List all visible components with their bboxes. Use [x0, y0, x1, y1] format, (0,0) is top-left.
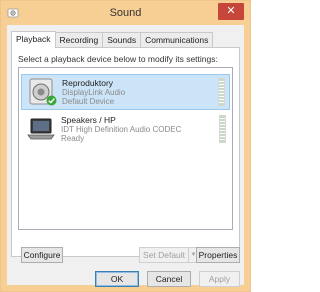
tab-sounds[interactable]: Sounds [102, 32, 142, 47]
close-button[interactable]: ✕ [218, 3, 244, 20]
level-meter [219, 115, 226, 143]
set-default-button[interactable]: Set Default [139, 247, 189, 263]
title-bar[interactable]: Sound ✕ [1, 1, 250, 25]
tab-recording[interactable]: Recording [54, 32, 104, 47]
dialog-client-area: Playback Recording Sounds Communications… [7, 25, 244, 287]
properties-button[interactable]: Properties [196, 247, 240, 263]
level-meter [218, 78, 225, 106]
configure-button[interactable]: Configure [21, 247, 63, 263]
device-list[interactable]: Reproduktory DisplayLink Audio Default D… [18, 67, 233, 230]
tab-playback[interactable]: Playback [11, 31, 56, 48]
device-driver: IDT High Definition Audio CODEC [61, 125, 182, 134]
sound-dialog: Sound ✕ Playback Recording Sounds Commun… [0, 0, 251, 292]
device-driver: DisplayLink Audio [62, 88, 126, 97]
device-status: Ready [61, 134, 85, 143]
device-item-reproduktory[interactable]: Reproduktory DisplayLink Audio Default D… [21, 74, 230, 110]
cancel-button[interactable]: Cancel [147, 271, 191, 287]
default-check-icon [46, 95, 57, 106]
device-name: Reproduktory [62, 78, 114, 88]
playback-panel: Select a playback device below to modify… [11, 47, 240, 257]
laptop-speaker-icon [27, 118, 55, 140]
instruction-text: Select a playback device below to modify… [18, 54, 218, 64]
apply-button[interactable]: Apply [199, 271, 240, 287]
tab-strip: Playback Recording Sounds Communications [11, 31, 214, 48]
tab-communications[interactable]: Communications [140, 32, 214, 47]
window-title: Sound [109, 7, 142, 19]
device-status: Default Device [62, 97, 115, 106]
ok-button[interactable]: OK [95, 271, 139, 287]
device-name: Speakers / HP [61, 115, 116, 125]
device-item-speakers-hp[interactable]: Speakers / HP IDT High Definition Audio … [21, 112, 230, 148]
